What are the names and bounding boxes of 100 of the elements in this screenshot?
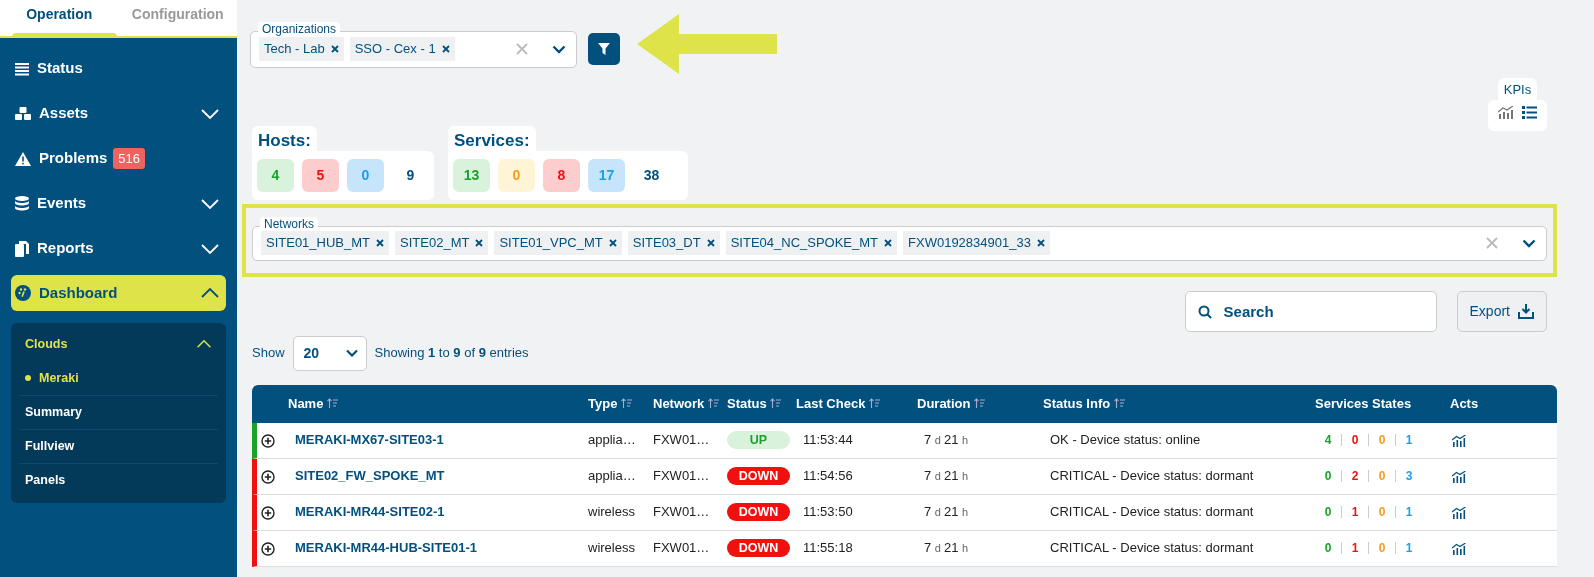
service-count: 1 xyxy=(1350,540,1360,557)
expand-icon[interactable] xyxy=(261,505,275,520)
service-count: 0 xyxy=(1377,432,1387,449)
service-count: 0 xyxy=(1350,432,1360,449)
table-cell: CRITICAL - Device status: dormant xyxy=(1043,530,1315,567)
service-count: 0 xyxy=(1323,540,1333,557)
remove-icon[interactable] xyxy=(706,239,715,247)
chart-icon[interactable] xyxy=(1452,470,1466,483)
column-header[interactable]: Last Check xyxy=(796,384,917,423)
sort-icon[interactable] xyxy=(770,397,782,408)
field-label: Networks xyxy=(260,216,318,231)
chart-icon[interactable] xyxy=(1452,506,1466,519)
count-badge: 516 xyxy=(113,147,146,170)
column-header[interactable]: Status xyxy=(727,384,796,423)
sort-icon[interactable] xyxy=(327,397,339,408)
column-header[interactable]: Status Info xyxy=(1043,384,1315,423)
sort-icon[interactable] xyxy=(621,397,632,408)
sidebar-tab[interactable]: Operation xyxy=(0,0,119,36)
tag: SITE02_MT xyxy=(395,231,489,255)
status-badge: DOWN xyxy=(727,467,790,486)
total-count[interactable]: 38 xyxy=(633,158,670,192)
remove-icon[interactable] xyxy=(441,45,450,53)
table-cell: wireless xyxy=(588,530,653,567)
remove-icon[interactable] xyxy=(884,239,893,247)
column-header[interactable]: Network xyxy=(653,384,727,423)
summary-title: Services: xyxy=(448,126,536,154)
search-icon xyxy=(1197,304,1212,319)
tag: SSO - Cex - 1 xyxy=(349,37,455,61)
list-icon xyxy=(15,61,29,76)
table-cell: applia… xyxy=(588,458,653,495)
tag: SITE04_NC_SPOKE_MT xyxy=(725,231,898,255)
expand-icon[interactable] xyxy=(261,433,275,448)
table-cell: OK - Device status: online xyxy=(1043,422,1315,459)
host-name-link[interactable]: SITE02_FW_SPOKE_MT xyxy=(288,458,588,495)
column-header[interactable]: Name xyxy=(288,384,588,423)
chevron-down-icon xyxy=(345,349,358,357)
chevron-down-icon[interactable] xyxy=(1522,238,1536,248)
column-header: Services States xyxy=(1315,384,1450,423)
chevron-down-icon xyxy=(200,197,220,210)
sidebar-item[interactable]: Events xyxy=(11,181,226,226)
tag: SITE01_VPC_MT xyxy=(494,231,622,255)
chevron-down-icon xyxy=(200,107,220,120)
submenu-group[interactable]: Clouds xyxy=(19,327,218,361)
table-cell: FXW01… xyxy=(653,422,727,459)
host-name-link[interactable]: MERAKI-MR44-SITE02-1 xyxy=(288,494,588,531)
table-cell: FXW01… xyxy=(653,530,727,567)
expand-icon[interactable] xyxy=(261,541,275,556)
sort-icon[interactable] xyxy=(869,397,880,408)
sort-icon[interactable] xyxy=(974,397,986,408)
database-icon xyxy=(15,196,29,211)
entries-info: Showing 1 to 9 of 9 entries xyxy=(374,344,529,363)
remove-icon[interactable] xyxy=(330,45,339,53)
table-cell: 11:53:50 xyxy=(796,494,917,531)
sort-icon[interactable] xyxy=(1113,397,1125,408)
chart-icon[interactable] xyxy=(1452,434,1466,447)
warning-icon xyxy=(15,151,31,166)
page-size-select[interactable]: 20 xyxy=(292,335,367,371)
sidebar-item[interactable]: Reports xyxy=(11,226,226,271)
chevron-down-icon[interactable] xyxy=(552,44,566,54)
submenu-item[interactable]: Summary xyxy=(19,395,218,429)
chevron-up-icon xyxy=(200,287,220,299)
sidebar-item[interactable]: Assets xyxy=(11,91,226,136)
tag: SITE01_HUB_MT xyxy=(261,231,390,255)
documents-icon xyxy=(15,240,29,257)
remove-icon[interactable] xyxy=(475,239,484,247)
remove-icon[interactable] xyxy=(376,239,385,247)
host-name-link[interactable]: MERAKI-MX67-SITE03-1 xyxy=(288,422,588,459)
host-name-link[interactable]: MERAKI-MR44-HUB-SITE01-1 xyxy=(288,530,588,567)
sort-icon[interactable] xyxy=(707,397,719,408)
column-header[interactable]: Type xyxy=(588,384,653,423)
service-count: 1 xyxy=(1404,504,1414,521)
sidebar-item[interactable]: Problems 516 xyxy=(11,136,226,181)
column-header[interactable]: Duration xyxy=(917,384,1043,423)
chevron-up-icon xyxy=(196,338,212,350)
total-count[interactable]: 9 xyxy=(392,158,429,192)
export-button[interactable]: Export xyxy=(1456,290,1547,332)
table-cell: wireless xyxy=(588,494,653,531)
remove-icon[interactable] xyxy=(1036,239,1045,247)
submenu-item[interactable]: Meraki xyxy=(19,361,218,395)
expand-icon[interactable] xyxy=(261,469,275,484)
table-cell: applia… xyxy=(588,422,653,459)
sidebar-item[interactable]: Status xyxy=(11,46,226,91)
sidebar-item[interactable]: Dashboard xyxy=(11,275,226,311)
search-field[interactable]: Search xyxy=(1184,290,1437,332)
chart-icon[interactable] xyxy=(1498,105,1514,119)
submenu-item[interactable]: Panels xyxy=(19,463,218,497)
table-cell: 11:53:44 xyxy=(796,422,917,459)
filter-button[interactable] xyxy=(588,33,620,65)
remove-icon[interactable] xyxy=(608,239,617,247)
submenu-item[interactable]: Fullview xyxy=(19,429,218,463)
chart-icon[interactable] xyxy=(1452,542,1466,555)
summary-title: Hosts: xyxy=(252,126,317,154)
tag: SITE03_DT xyxy=(627,231,720,255)
service-count: 1 xyxy=(1350,504,1360,521)
service-count: 0 xyxy=(1377,468,1387,485)
show-label: Show xyxy=(252,344,285,363)
filter-icon xyxy=(598,43,610,55)
list-icon[interactable] xyxy=(1522,105,1537,119)
status-badge: DOWN xyxy=(727,539,790,558)
field-label: Organizations xyxy=(258,21,341,36)
